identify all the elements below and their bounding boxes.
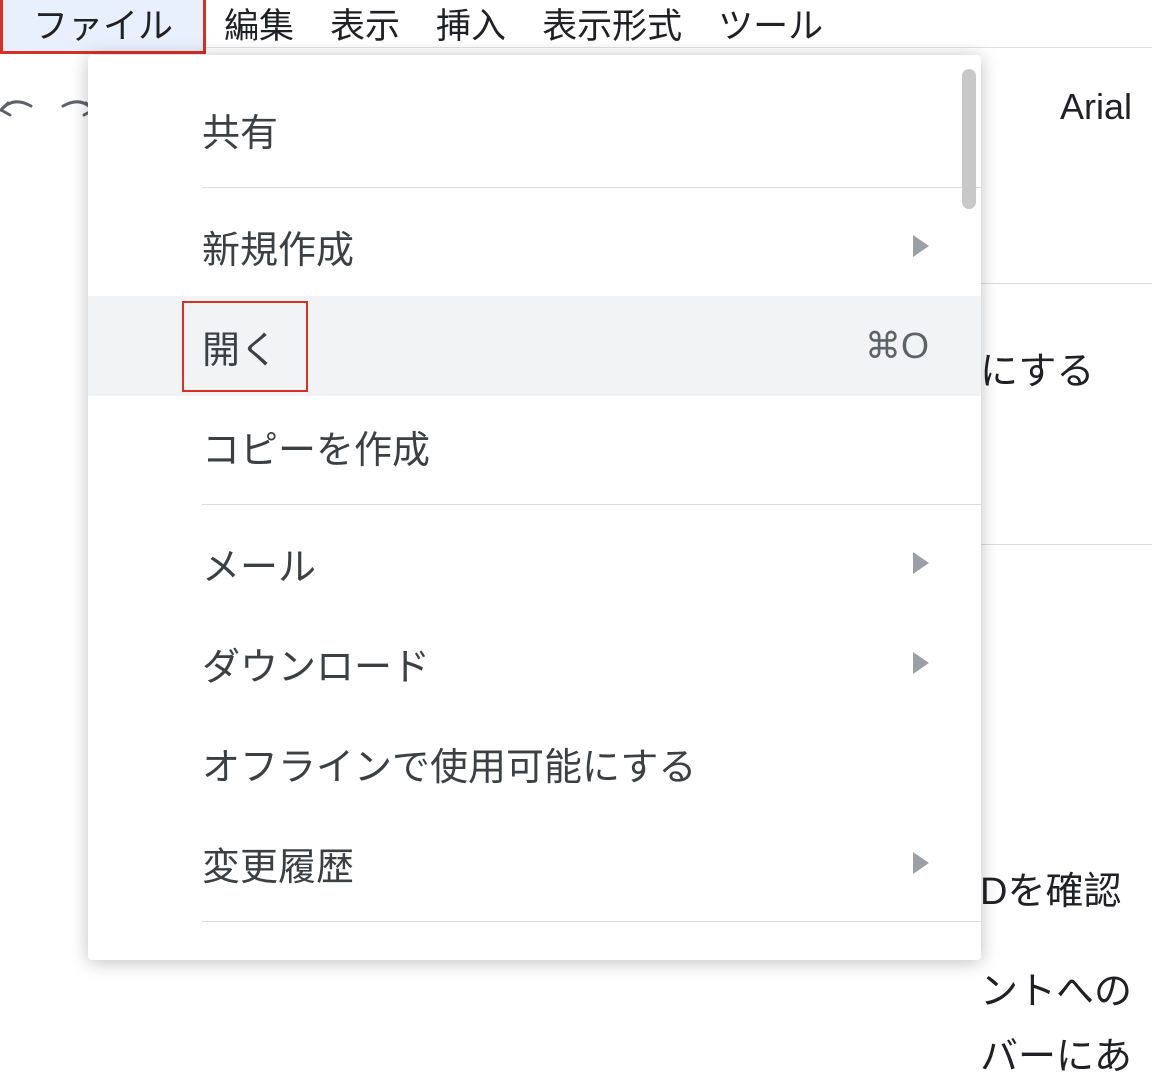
menu-separator: [202, 921, 981, 922]
doc-text-fragment: にする: [980, 340, 1094, 405]
menu-separator: [202, 187, 981, 188]
chevron-right-icon: [913, 552, 929, 574]
chevron-right-icon: [913, 652, 929, 674]
doc-text-fragment: ントへの: [980, 960, 1132, 1025]
menu-item-open[interactable]: 開く ⌘O: [88, 296, 981, 396]
menu-file[interactable]: ファイル: [0, 0, 206, 54]
menu-separator: [202, 504, 981, 505]
menu-item-download[interactable]: ダウンロード: [88, 613, 981, 713]
menu-tools[interactable]: ツール: [700, 0, 841, 53]
document-separator-line: [980, 544, 1152, 545]
menu-view[interactable]: 表示: [312, 0, 418, 53]
menu-item-share[interactable]: 共有: [88, 79, 981, 179]
chevron-right-icon: [913, 235, 929, 257]
menu-format[interactable]: 表示形式: [524, 0, 700, 53]
doc-text-fragment: Dを確認: [980, 860, 1121, 925]
menu-insert[interactable]: 挿入: [418, 0, 524, 53]
menu-item-make-copy[interactable]: コピーを作成: [88, 396, 981, 496]
menu-item-label: コピーを作成: [202, 419, 430, 474]
doc-text-fragment: バーにあ: [980, 1025, 1132, 1090]
menu-item-label: 変更履歴: [202, 836, 354, 891]
scrollbar-thumb[interactable]: [962, 69, 976, 209]
menu-item-label: 新規作成: [202, 219, 354, 274]
undo-icon[interactable]: [0, 83, 42, 133]
document-ruler-line: [980, 283, 1152, 284]
menu-shortcut: ⌘O: [865, 325, 929, 367]
menu-edit[interactable]: 編集: [206, 0, 312, 53]
menu-item-offline[interactable]: オフラインで使用可能にする: [88, 713, 981, 813]
menu-item-email[interactable]: メール: [88, 513, 981, 613]
menu-item-label: ダウンロード: [202, 636, 430, 691]
menu-item-new[interactable]: 新規作成: [88, 196, 981, 296]
menu-item-label: メール: [202, 536, 316, 591]
menu-item-label: オフラインで使用可能にする: [202, 736, 696, 791]
file-dropdown: 共有 新規作成 開く ⌘O コピーを作成 メール ダウンロード オフラインで使用…: [88, 55, 981, 960]
chevron-right-icon: [913, 852, 929, 874]
menu-item-label: 開く: [182, 301, 308, 392]
font-name[interactable]: Arial: [1060, 86, 1132, 128]
menu-item-version-history[interactable]: 変更履歴: [88, 813, 981, 913]
menubar: ファイル 編集 表示 挿入 表示形式 ツール: [0, 0, 1152, 48]
menu-item-label: 共有: [202, 102, 278, 157]
